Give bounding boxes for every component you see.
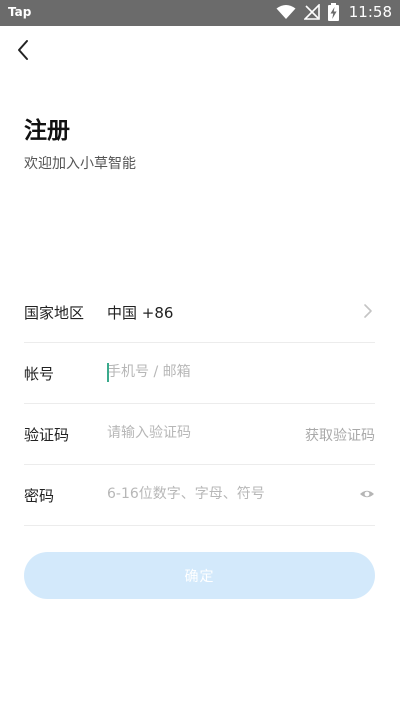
region-row[interactable]: 国家地区 中国 +86 xyxy=(24,281,375,343)
back-button[interactable] xyxy=(10,36,36,64)
no-signal-icon xyxy=(303,4,320,20)
wifi-icon xyxy=(276,5,296,19)
page-title: 注册 xyxy=(24,118,70,144)
code-row: 验证码 获取验证码 xyxy=(24,403,375,465)
get-code-button[interactable]: 获取验证码 xyxy=(305,425,375,445)
status-bar: Tap 11:58 xyxy=(0,0,400,26)
password-row: 密码 xyxy=(24,464,375,526)
account-row: 帐号 xyxy=(24,342,375,404)
region-label: 国家地区 xyxy=(24,304,85,322)
battery-charging-icon xyxy=(327,3,339,21)
text-cursor xyxy=(107,363,109,382)
code-input[interactable] xyxy=(107,420,297,446)
back-arrow-icon xyxy=(18,40,28,60)
password-input[interactable] xyxy=(107,481,297,507)
code-label: 验证码 xyxy=(24,426,70,444)
status-icons: 11:58 xyxy=(276,3,392,21)
account-label: 帐号 xyxy=(24,365,55,383)
password-label: 密码 xyxy=(24,487,55,505)
region-value: 中国 +86 xyxy=(107,304,174,322)
page-subtitle: 欢迎加入小草智能 xyxy=(24,156,136,172)
status-app-name: Tap xyxy=(8,5,32,19)
account-input[interactable] xyxy=(107,359,297,385)
eye-icon[interactable] xyxy=(359,486,375,502)
confirm-button[interactable]: 确定 xyxy=(24,552,375,599)
status-time: 11:58 xyxy=(348,3,392,21)
chevron-right-icon[interactable] xyxy=(361,301,375,321)
